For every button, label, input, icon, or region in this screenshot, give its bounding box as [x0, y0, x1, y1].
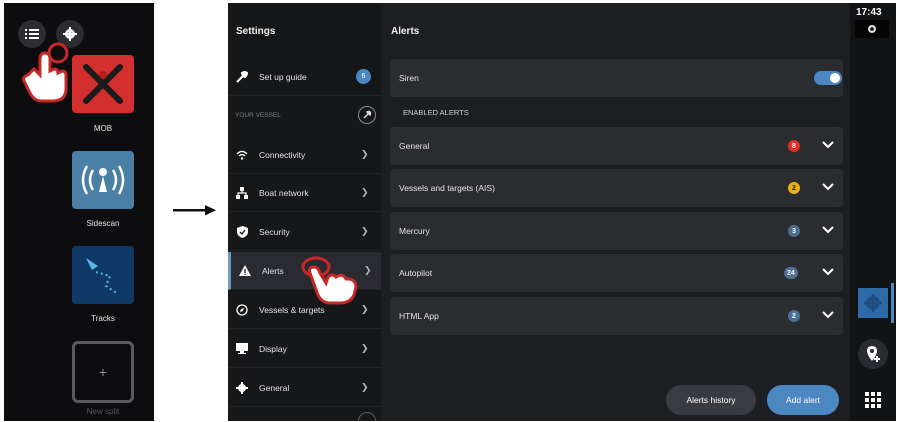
- alert-row-label: General: [399, 141, 430, 151]
- alert-row-label: HTML App: [399, 311, 439, 321]
- count-badge: 2: [788, 310, 800, 322]
- vessel-edit-button[interactable]: [358, 106, 376, 124]
- sidebar-item-security[interactable]: Security ❯: [228, 213, 381, 251]
- settings-sidebar: Settings Set up guide 6 YOUR VESSEL Conn…: [228, 3, 381, 421]
- network-icon: [236, 186, 248, 199]
- grid-icon: [865, 392, 881, 408]
- alerts-panel: Alerts Siren ENABLED ALERTS General 8 Ve…: [381, 3, 850, 421]
- chevron-down-icon: [822, 268, 834, 276]
- setup-guide-badge: 6: [356, 69, 371, 84]
- mob-tile[interactable]: [72, 55, 134, 113]
- tracks-icon: [86, 258, 119, 295]
- right-rail: 17:43: [850, 3, 896, 421]
- sidebar-item-setup-guide[interactable]: Set up guide 6: [228, 58, 381, 96]
- new-split-label: New split: [86, 407, 120, 416]
- settings-rail-button[interactable]: [858, 288, 888, 318]
- sidebar-item-label: Vessels & targets: [259, 304, 325, 315]
- selection-edge: [891, 283, 894, 323]
- chevron-down-icon: [822, 226, 834, 234]
- shield-icon: [236, 225, 248, 238]
- tap-hand-icon: [22, 42, 69, 103]
- sidebar-item-connectivity[interactable]: Connectivity ❯: [228, 136, 381, 174]
- wrench-icon: [236, 70, 248, 83]
- chevron-down-icon: [822, 141, 834, 149]
- siren-row: Siren: [390, 59, 843, 97]
- count-badge: 3: [788, 225, 800, 237]
- siren-toggle[interactable]: [814, 71, 842, 85]
- sidebar-item-label: Boat network: [259, 187, 309, 198]
- count-badge: 2: [788, 182, 800, 194]
- siren-label: Siren: [399, 73, 419, 83]
- chevron-right-icon: ❯: [361, 149, 369, 159]
- settings-title: Settings: [236, 26, 276, 37]
- alert-row-label: Autopilot: [399, 268, 433, 278]
- tracks-tile[interactable]: [72, 246, 134, 304]
- chevron-right-icon: ❯: [361, 304, 369, 314]
- scroll-more-indicator: [358, 412, 376, 421]
- status-icon: [868, 25, 876, 33]
- clock: 17:43: [856, 7, 882, 18]
- display-icon: [236, 343, 248, 355]
- count-badge: 8: [788, 140, 800, 152]
- count-badge: 24: [784, 267, 798, 279]
- sidebar-item-label: Connectivity: [259, 149, 306, 160]
- right-arrow-icon: [173, 205, 216, 216]
- compass-icon: [236, 303, 248, 316]
- enabled-alerts-heading: ENABLED ALERTS: [403, 108, 469, 117]
- chevron-down-icon: [822, 183, 834, 191]
- mob-label: MOB: [93, 124, 113, 133]
- section-label: YOUR VESSEL: [235, 112, 281, 119]
- alert-row-general[interactable]: General 8: [390, 127, 843, 165]
- chevron-right-icon: ❯: [364, 265, 372, 275]
- mob-icon: [83, 64, 123, 104]
- sidebar-item-label: Display: [259, 343, 287, 354]
- alert-row-autopilot[interactable]: Autopilot 24: [390, 254, 843, 292]
- sidebar-item-boat-network[interactable]: Boat network ❯: [228, 174, 381, 212]
- warning-icon: [239, 265, 251, 277]
- sidebar-item-label: Alerts: [262, 265, 284, 276]
- sidebar-item-label: Security: [259, 226, 290, 237]
- sidebar-item-label: Set up guide: [259, 71, 307, 82]
- alerts-history-button[interactable]: Alerts history: [666, 385, 756, 415]
- plus-icon: +: [98, 364, 108, 380]
- page-title: Alerts: [391, 26, 420, 37]
- alert-row-html-app[interactable]: HTML App 2: [390, 297, 843, 335]
- alert-row-vessels-ais[interactable]: Vessels and targets (AIS) 2: [390, 169, 843, 207]
- sidebar-item-display[interactable]: Display ❯: [228, 330, 381, 368]
- apps-grid-button[interactable]: [858, 385, 888, 415]
- chevron-down-icon: [822, 311, 834, 319]
- chevron-right-icon: ❯: [361, 187, 369, 197]
- sidescan-tile[interactable]: [72, 151, 134, 209]
- wrench-icon: [363, 110, 372, 119]
- waypoint-add-icon: [867, 346, 880, 362]
- chevron-right-icon: ❯: [361, 226, 369, 236]
- gear-icon: [864, 294, 882, 312]
- alert-row-mercury[interactable]: Mercury 3: [390, 212, 843, 250]
- tracks-label: Tracks: [91, 314, 115, 323]
- chevron-right-icon: ❯: [361, 343, 369, 353]
- add-alert-button[interactable]: Add alert: [767, 385, 839, 415]
- tap-hand-icon: [301, 256, 358, 305]
- sidebar-item-general[interactable]: General ❯: [228, 369, 381, 407]
- gear-icon: [236, 381, 248, 394]
- alert-row-label: Mercury: [399, 226, 430, 236]
- add-waypoint-button[interactable]: [858, 339, 888, 369]
- chevron-right-icon: ❯: [361, 382, 369, 392]
- status-indicator: [855, 20, 889, 38]
- sidebar-item-label: General: [259, 382, 290, 393]
- new-split-button[interactable]: +: [72, 341, 134, 403]
- toggle-knob: [830, 73, 840, 83]
- sidescan-icon: [81, 165, 125, 195]
- wifi-icon: [236, 149, 248, 161]
- home-panel: MOB Sidescan Tracks + New split: [4, 3, 154, 421]
- alert-row-label: Vessels and targets (AIS): [399, 183, 495, 193]
- sidescan-label: Sidescan: [86, 219, 120, 228]
- settings-screen: Settings Set up guide 6 YOUR VESSEL Conn…: [228, 3, 896, 421]
